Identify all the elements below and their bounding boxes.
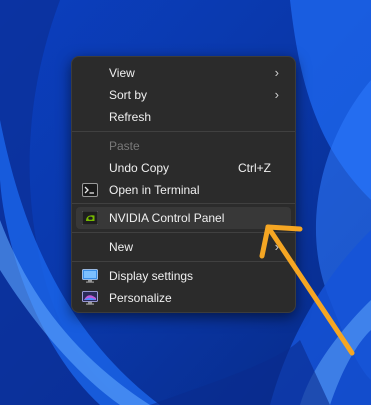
menu-item-label: Refresh: [109, 110, 152, 124]
menu-item-refresh[interactable]: Refresh: [76, 106, 291, 128]
menu-item-personalize[interactable]: Personalize: [76, 287, 291, 309]
chevron-right-icon: ›: [274, 87, 279, 102]
menu-item-label: Display settings: [109, 269, 194, 283]
menu-item-label: New: [109, 240, 134, 254]
menu-item-label: Paste: [109, 139, 140, 153]
menu-item-nvidia-control-panel[interactable]: NVIDIA Control Panel: [76, 207, 291, 229]
menu-item-label: View: [109, 66, 135, 80]
menu-item-undo-copy[interactable]: Undo Copy Ctrl+Z: [76, 157, 291, 179]
menu-item-label: NVIDIA Control Panel: [109, 211, 225, 225]
menu-item-view[interactable]: View ›: [76, 62, 291, 84]
menu-item-paste: Paste: [76, 135, 291, 157]
menu-item-display-settings[interactable]: Display settings: [76, 265, 291, 287]
menu-separator: [72, 261, 295, 262]
menu-item-label: Sort by: [109, 88, 148, 102]
menu-item-new[interactable]: New ›: [76, 236, 291, 258]
menu-item-open-in-terminal[interactable]: Open in Terminal: [76, 179, 291, 201]
display-icon: [82, 269, 98, 283]
nvidia-icon: [82, 211, 98, 225]
menu-item-label: Open in Terminal: [109, 183, 200, 197]
menu-separator: [72, 203, 295, 204]
personalize-icon: [82, 291, 98, 305]
shortcut-text: Ctrl+Z: [238, 161, 271, 175]
chevron-right-icon: ›: [274, 239, 279, 254]
menu-item-sort-by[interactable]: Sort by ›: [76, 84, 291, 106]
menu-separator: [72, 232, 295, 233]
menu-separator: [72, 131, 295, 132]
chevron-right-icon: ›: [274, 65, 279, 80]
context-menu: View › Sort by › Refresh Paste Undo Copy…: [71, 56, 296, 313]
terminal-icon: [82, 183, 98, 197]
menu-item-label: Personalize: [109, 291, 172, 305]
menu-item-label: Undo Copy: [109, 161, 170, 175]
